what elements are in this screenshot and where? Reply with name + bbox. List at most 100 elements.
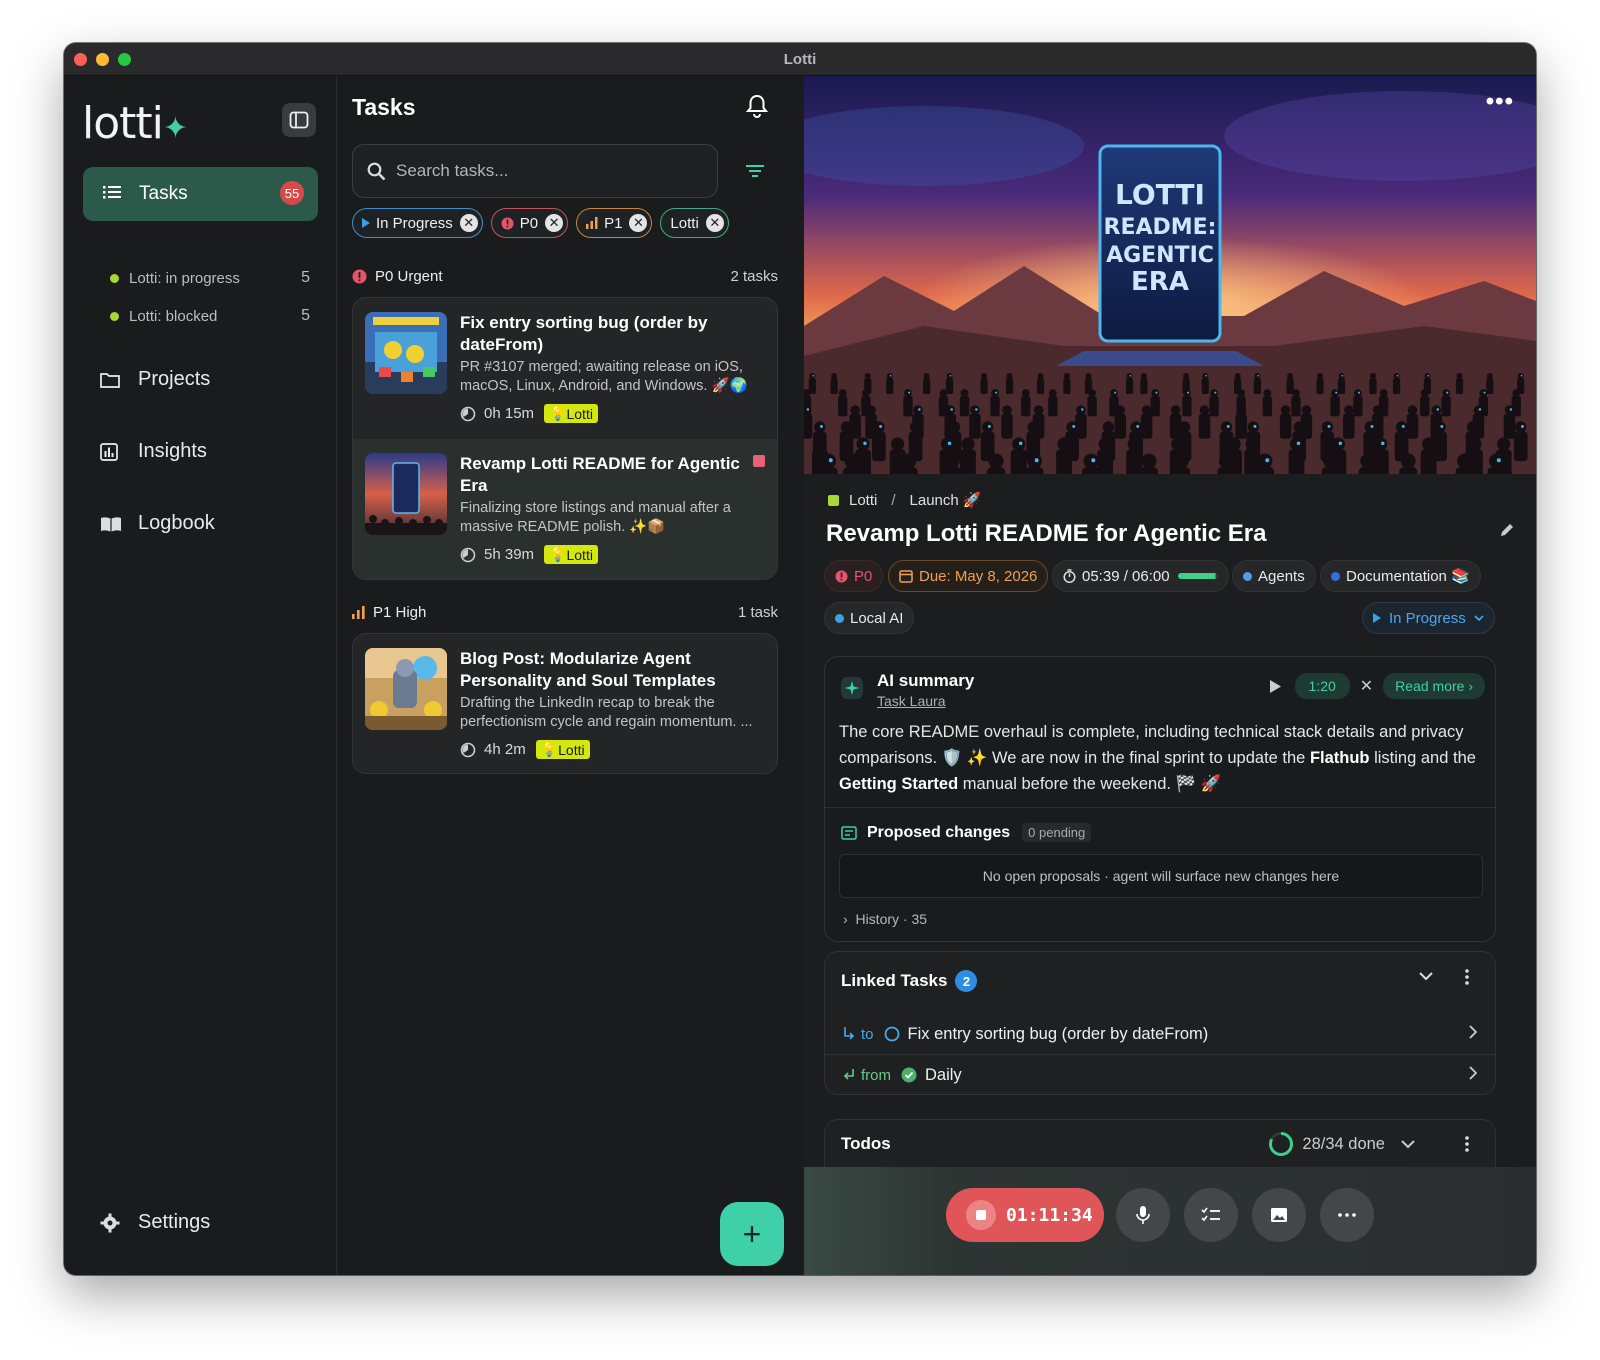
category-tag: 💡 Lotti xyxy=(535,740,590,759)
priority-marker xyxy=(753,455,765,467)
app-logo: lotti✦ xyxy=(82,98,188,149)
empty-proposals-message: No open proposals · agent will surface n… xyxy=(839,854,1483,898)
task-card[interactable]: Fix entry sorting bug (order by dateFrom… xyxy=(353,298,777,439)
close-icon[interactable]: ✕ xyxy=(1360,676,1373,696)
due-date-pill[interactable]: Due: May 8, 2026 xyxy=(888,560,1049,592)
remove-filter-icon[interactable]: ✕ xyxy=(459,214,478,232)
title-bar: Lotti xyxy=(64,43,1536,76)
filter-chip-lotti[interactable]: Lotti ✕ xyxy=(660,208,729,238)
ai-summary-title: AI summary xyxy=(877,671,975,690)
pencil-icon xyxy=(1501,524,1513,536)
collapse-button[interactable] xyxy=(1419,972,1433,981)
remove-filter-icon[interactable]: ✕ xyxy=(629,214,648,232)
history-toggle[interactable]: › History · 35 xyxy=(843,911,927,927)
close-window-button[interactable] xyxy=(74,53,87,66)
priority-pill[interactable]: P0 xyxy=(824,560,884,592)
sidebar-item-insights[interactable]: Insights xyxy=(100,440,207,463)
search-field[interactable] xyxy=(352,144,718,198)
saved-filter-lotti-blocked[interactable]: Lotti: blocked 5 xyxy=(110,304,310,328)
status-dropdown[interactable]: In Progress xyxy=(1362,602,1495,634)
breadcrumb-section[interactable]: Launch 🚀 xyxy=(910,491,982,509)
more-vertical-icon xyxy=(1465,969,1469,985)
linked-task-row[interactable]: to Fix entry sorting bug (order by dateF… xyxy=(825,1014,1495,1054)
task-detail-panel: LOTTI README: AGENTIC ERA ••• Lotti / La… xyxy=(804,76,1536,1275)
svg-text:README:: README: xyxy=(1104,215,1217,240)
task-card-selected[interactable]: Revamp Lotti README for Agentic Era Fina… xyxy=(353,439,777,579)
playback-speed-button[interactable]: 1:20 xyxy=(1294,673,1350,699)
linked-task-row[interactable]: from Daily xyxy=(825,1055,1495,1095)
filter-chip-in-progress[interactable]: In Progress ✕ xyxy=(352,208,483,238)
minimize-window-button[interactable] xyxy=(96,53,109,66)
linked-count-badge: 2 xyxy=(955,970,978,992)
image-icon xyxy=(1271,1208,1287,1222)
link-arrow-icon xyxy=(843,1027,855,1041)
label-documentation[interactable]: Documentation 📚 xyxy=(1320,560,1481,592)
notifications-button[interactable] xyxy=(745,94,769,123)
task-title: Blog Post: Modularize Agent Personality … xyxy=(460,649,716,690)
breadcrumb: Lotti / Launch 🚀 xyxy=(828,491,982,509)
sparkle-icon xyxy=(841,677,863,699)
filter-button[interactable] xyxy=(746,164,764,183)
plus-icon: + xyxy=(742,1215,762,1252)
task-thumbnail xyxy=(365,648,447,730)
priority-high-icon xyxy=(586,217,598,229)
category-tag: 💡 Lotti xyxy=(544,404,598,423)
book-icon xyxy=(100,516,124,532)
label-agents[interactable]: Agents xyxy=(1232,560,1316,592)
search-input[interactable] xyxy=(396,161,676,181)
list-icon xyxy=(103,185,123,204)
ai-agent-link[interactable]: Task Laura xyxy=(877,693,974,709)
saved-filter-lotti-in-progress[interactable]: Lotti: in progress 5 xyxy=(110,266,310,290)
play-icon[interactable] xyxy=(1269,679,1281,693)
filter-chip-p0[interactable]: P0 ✕ xyxy=(490,208,569,238)
add-image-button[interactable] xyxy=(1252,1188,1306,1242)
task-title[interactable]: Revamp Lotti README for Agentic Era xyxy=(826,520,1267,548)
add-checklist-button[interactable] xyxy=(1184,1188,1238,1242)
maximize-window-button[interactable] xyxy=(118,53,131,66)
filter-chip-p1[interactable]: P1 ✕ xyxy=(576,208,653,238)
chart-icon xyxy=(100,442,124,461)
more-options-button[interactable]: ••• xyxy=(1486,88,1514,116)
edit-button[interactable] xyxy=(1500,523,1514,542)
tasks-panel: Tasks In Progress ✕ P0 ✕ P1 xyxy=(338,76,803,1275)
bell-icon xyxy=(745,94,769,118)
urgent-icon xyxy=(835,570,848,582)
task-title: Revamp Lotti README for Agentic Era xyxy=(460,454,740,495)
read-more-button[interactable]: Read more › xyxy=(1383,673,1485,699)
time-tracking-pill[interactable]: 05:39 / 06:00 xyxy=(1052,560,1229,592)
proposal-icon xyxy=(841,825,857,840)
remove-filter-icon[interactable]: ✕ xyxy=(545,214,564,232)
check-circle-icon xyxy=(901,1067,917,1083)
sidebar-toggle-icon xyxy=(289,111,309,129)
linked-tasks-header: Linked Tasks 2 xyxy=(841,970,978,992)
svg-text:AGENTIC: AGENTIC xyxy=(1106,243,1214,268)
svg-text:ERA: ERA xyxy=(1131,267,1189,297)
chevron-down-icon xyxy=(1419,972,1433,981)
chevron-down-icon[interactable] xyxy=(1401,1139,1415,1149)
stop-recording-button[interactable]: 01:11:34 xyxy=(946,1188,1104,1242)
pending-badge: 0 pending xyxy=(1022,823,1092,842)
breadcrumb-project[interactable]: Lotti xyxy=(849,492,877,509)
status-dot xyxy=(110,273,119,283)
urgent-icon xyxy=(501,217,514,230)
sidebar-toggle-button[interactable] xyxy=(282,103,316,137)
task-group-p0: Fix entry sorting bug (order by dateFrom… xyxy=(352,297,778,580)
sidebar-item-settings[interactable]: Settings xyxy=(100,1211,210,1234)
linked-tasks-menu-button[interactable] xyxy=(1465,969,1469,985)
ai-summary-text: The core README overhaul is complete, in… xyxy=(839,723,1476,793)
sidebar-item-logbook[interactable]: Logbook xyxy=(100,512,215,535)
microphone-button[interactable] xyxy=(1116,1188,1170,1242)
sidebar: lotti✦ Tasks 55 Lotti: in progress 5 Lot… xyxy=(64,76,337,1275)
todos-menu-button[interactable] xyxy=(1465,1136,1469,1152)
todos-title: Todos xyxy=(841,1134,891,1153)
label-local-ai[interactable]: Local AI xyxy=(824,602,915,634)
filter-icon xyxy=(746,165,764,177)
sidebar-item-projects[interactable]: Projects xyxy=(100,368,210,391)
sidebar-item-tasks[interactable]: Tasks 55 xyxy=(83,167,318,221)
remove-filter-icon[interactable]: ✕ xyxy=(705,214,724,232)
open-circle-icon xyxy=(884,1026,899,1042)
more-actions-button[interactable] xyxy=(1320,1188,1374,1242)
add-task-button[interactable]: + xyxy=(720,1202,784,1266)
app-window: Lotti lotti✦ Tasks 55 Lotti: in progress… xyxy=(64,43,1536,1275)
task-card[interactable]: Blog Post: Modularize Agent Personality … xyxy=(353,634,777,773)
